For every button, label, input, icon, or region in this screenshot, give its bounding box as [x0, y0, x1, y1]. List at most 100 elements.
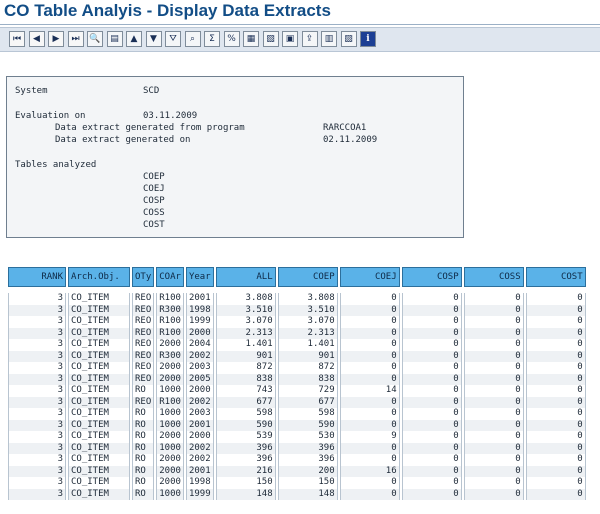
save-layout-icon[interactable]: ▣ [282, 31, 298, 47]
table-cell: CO_ITEM [68, 454, 130, 466]
information-icon[interactable]: i [360, 31, 376, 47]
table-row[interactable]: 3 CO_ITEM REO R300 1998 3.510 3.510 0 0 0 0 [8, 304, 586, 316]
table-row[interactable]: 3 CO_ITEM RO 2000 2001 216 200 16 0 0 0 [8, 465, 586, 477]
table-cell: 0 [525, 350, 586, 362]
table-cell: 0 [401, 442, 462, 454]
table-cell: 3 [8, 362, 66, 374]
table-cell: 0 [401, 454, 462, 466]
table-cell: 0 [525, 396, 586, 408]
table-cell: 0 [463, 408, 524, 420]
details-icon[interactable]: 🔍 [87, 31, 103, 47]
table-cell: 530 [277, 431, 338, 443]
evaluation-value: 03.11.2009 [143, 111, 198, 121]
table-cell: 0 [525, 339, 586, 351]
column-header-cosp[interactable]: COSP [401, 267, 462, 287]
table-row[interactable]: 3 CO_ITEM REO R100 2000 2.313 2.313 0 0 0 0 [8, 327, 586, 339]
table-cell: 0 [525, 477, 586, 489]
table-cell: 2002 [185, 350, 214, 362]
table-cell: 0 [525, 488, 586, 500]
table-cell: 16 [339, 465, 400, 477]
table-cell: 0 [525, 293, 586, 305]
table-cell: 0 [401, 350, 462, 362]
extract-header-panel: System SCD Evaluation on 03.11.2009 Data… [6, 76, 464, 238]
previous-page-icon[interactable]: ◀ [28, 31, 45, 47]
table-row[interactable]: 3 CO_ITEM REO 2000 2005 838 838 0 0 0 0 [8, 373, 586, 385]
table-row[interactable]: 3 CO_ITEM REO 2000 2003 872 872 0 0 0 0 [8, 362, 586, 374]
table-cell: 1000 [156, 385, 184, 397]
table-cell: 1000 [156, 488, 184, 500]
table-row[interactable]: 3 CO_ITEM RO 2000 2002 396 396 0 0 0 0 [8, 454, 586, 466]
table-cell: 2000 [156, 431, 184, 443]
table-cell: 3 [8, 304, 66, 316]
table-row[interactable]: 3 CO_ITEM RO 1000 2000 743 729 14 0 0 0 [8, 385, 586, 397]
table-cell: 216 [215, 465, 276, 477]
spreadsheet-icon[interactable]: ▥ [321, 31, 337, 47]
table-row[interactable]: 3 CO_ITEM RO 1000 2002 396 396 0 0 0 0 [8, 442, 586, 454]
table-cell: 0 [339, 339, 400, 351]
table-row[interactable]: 3 CO_ITEM RO 1000 1999 148 148 0 0 0 0 [8, 488, 586, 500]
table-cell: 0 [463, 477, 524, 489]
last-page-icon[interactable]: ⏭ [67, 31, 84, 47]
sort-descending-icon[interactable]: ▼ [145, 31, 162, 47]
table-row[interactable]: 3 CO_ITEM RO 2000 1998 150 150 0 0 0 0 [8, 477, 586, 489]
table-cell: 2000 [156, 339, 184, 351]
generated-label: Data extract generated on [55, 135, 191, 145]
table-cell: CO_ITEM [68, 477, 130, 489]
table-cell: CO_ITEM [68, 419, 130, 431]
table-cell: 2002 [185, 442, 214, 454]
next-page-icon[interactable]: ▶ [48, 31, 64, 47]
table-row[interactable]: 3 CO_ITEM REO 2000 2004 1.401 1.401 0 0 0 0 [8, 339, 586, 351]
generated-value: 02.11.2009 [323, 135, 378, 145]
change-layout-icon[interactable]: ▦ [243, 31, 259, 47]
sum-icon[interactable]: Σ [204, 31, 220, 47]
table-cell: CO_ITEM [68, 396, 130, 408]
column-header-coss[interactable]: COSS [463, 267, 524, 287]
table-row[interactable]: 3 CO_ITEM REO R100 2002 677 677 0 0 0 0 [8, 396, 586, 408]
table-cell: 0 [339, 454, 400, 466]
column-header-year[interactable]: Year [185, 267, 214, 287]
column-header-coar[interactable]: COAr [156, 267, 184, 287]
table-cell: 3 [8, 419, 66, 431]
table-cell: 0 [401, 293, 462, 305]
table-row[interactable]: 3 CO_ITEM RO 1000 2003 598 598 0 0 0 0 [8, 408, 586, 420]
column-header-arch-obj[interactable]: Arch.Obj. [68, 267, 130, 287]
export-icon[interactable]: ⇪ [301, 31, 318, 47]
program-label: Data extract generated from program [55, 123, 245, 133]
table-cell: 0 [525, 419, 586, 431]
print-icon[interactable]: ▤ [106, 31, 123, 47]
table-cell: 1998 [185, 477, 214, 489]
table-cell: 3 [8, 488, 66, 500]
table-row[interactable]: 3 CO_ITEM REO R300 2002 901 901 0 0 0 0 [8, 350, 586, 362]
table-cell: 901 [215, 350, 276, 362]
system-label: System [15, 86, 48, 96]
table-row[interactable]: 3 CO_ITEM RO 2000 2000 539 530 9 0 0 0 [8, 431, 586, 443]
table-cell: 677 [277, 396, 338, 408]
table-cell: 0 [525, 316, 586, 328]
table-cell: 1.401 [215, 339, 276, 351]
sort-ascending-icon[interactable]: ▲ [126, 31, 142, 47]
table-row[interactable]: 3 CO_ITEM REO R100 2001 3.808 3.808 0 0 0 0 [8, 293, 586, 305]
column-header-coej[interactable]: COEJ [339, 267, 400, 287]
column-header-oty[interactable]: OTy [132, 267, 155, 287]
filter-icon[interactable]: ⛛ [165, 31, 181, 47]
column-header-all[interactable]: ALL [215, 267, 276, 287]
find-icon[interactable]: ⌕ [184, 31, 201, 47]
table-row[interactable]: 3 CO_ITEM RO 1000 2001 590 590 0 0 0 0 [8, 419, 586, 431]
table-cell: 2000 [156, 477, 184, 489]
column-header-coep[interactable]: COEP [277, 267, 338, 287]
table-cell: CO_ITEM [68, 304, 130, 316]
table-cell: 0 [339, 293, 400, 305]
data-extract-grid: RANK Arch.Obj. OTy COAr Year ALL COEP COEJ COSP C… [6, 267, 588, 500]
choose-layout-icon[interactable]: ▧ [262, 31, 279, 47]
table-cell: 598 [215, 408, 276, 420]
table-cell: 2000 [185, 327, 214, 339]
table-cell: 396 [215, 454, 276, 466]
column-header-rank[interactable]: RANK [8, 267, 66, 287]
word-processing-icon[interactable]: ▨ [340, 31, 357, 47]
subtotal-icon[interactable]: % [223, 31, 240, 47]
first-page-icon[interactable]: ⏮ [9, 31, 25, 47]
table-row[interactable]: 3 CO_ITEM REO R100 1999 3.070 3.070 0 0 0 0 [8, 316, 586, 328]
column-header-cost[interactable]: COST [525, 267, 586, 287]
table-cell: 2000 [156, 465, 184, 477]
table-cell: 0 [401, 408, 462, 420]
